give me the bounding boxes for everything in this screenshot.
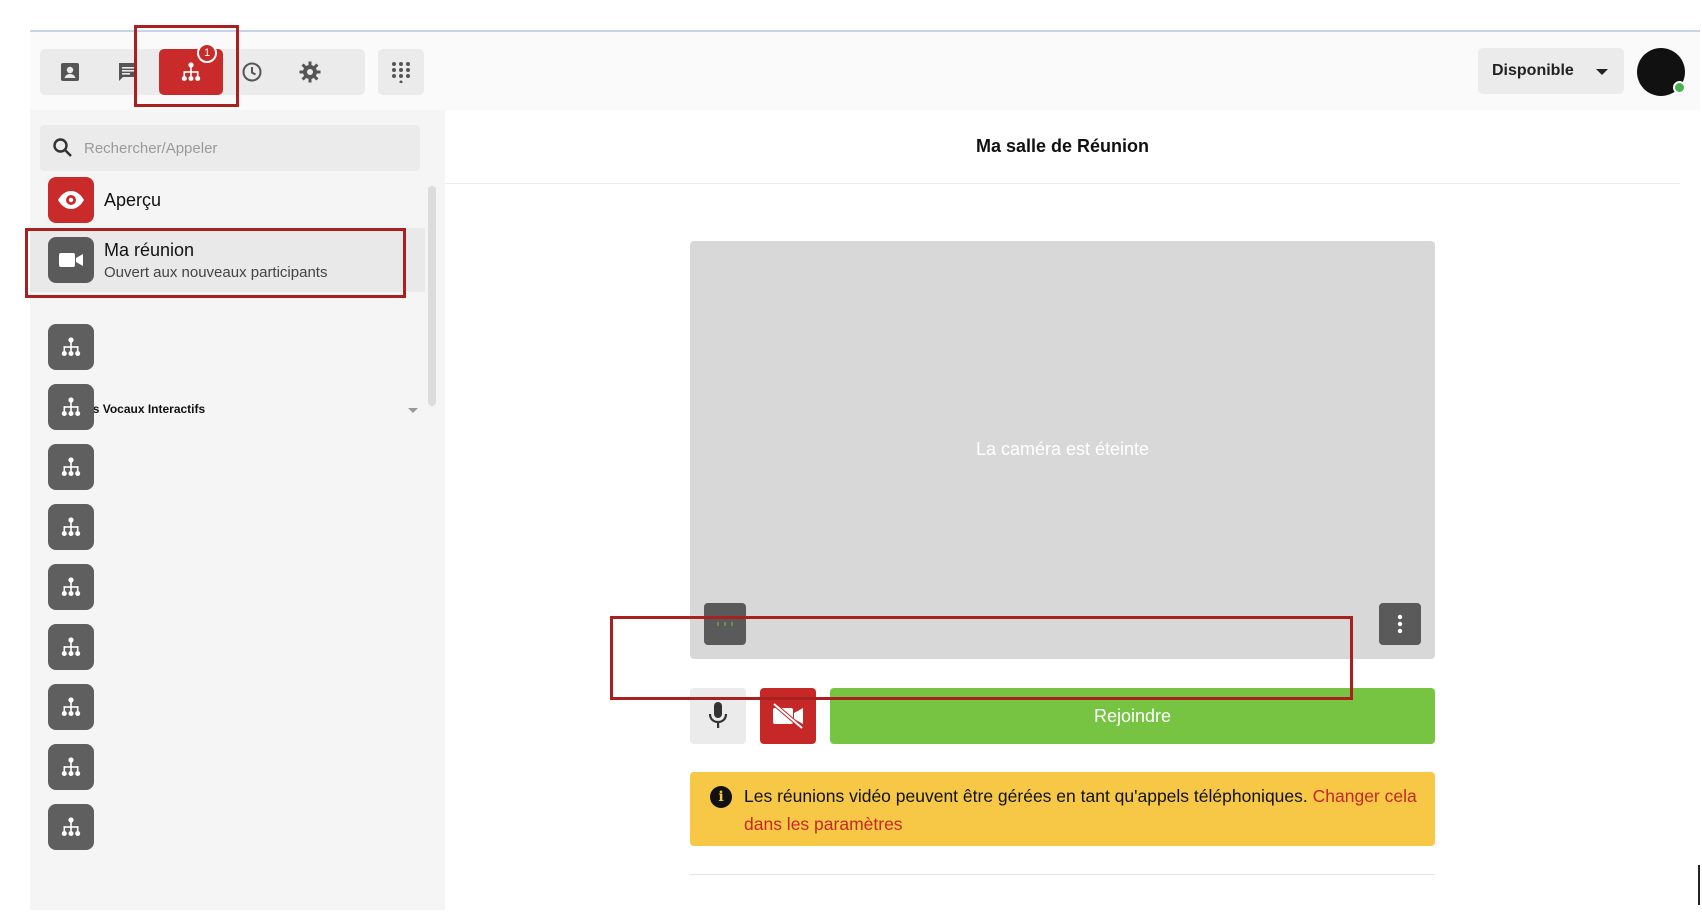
video-preview: La caméra est éteinte (690, 241, 1435, 659)
page-title: Ma salle de Réunion (445, 110, 1680, 184)
join-button[interactable]: Rejoindre (830, 688, 1435, 744)
kebab-menu-icon (1397, 614, 1403, 634)
ivr-item[interactable] (48, 804, 94, 850)
org-chart-icon (61, 697, 81, 716)
tab-contacts[interactable] (42, 49, 98, 95)
tab-history[interactable] (224, 49, 280, 95)
ivr-item[interactable] (48, 744, 94, 790)
grid-dots-icon (392, 62, 410, 83)
gear-icon (299, 61, 321, 83)
org-chart-icon (181, 62, 201, 81)
ivr-item[interactable] (48, 564, 94, 610)
sidebar-item-ma-reunion[interactable]: Ma réunion Ouvert aux nouveaux participa… (30, 228, 425, 292)
contact-card-icon (61, 63, 79, 81)
video-camera-icon (48, 237, 94, 283)
ivr-item[interactable] (48, 444, 94, 490)
history-icon (242, 62, 262, 82)
chat-icon (119, 63, 137, 81)
top-toolbar: 1 Disponible (30, 32, 1700, 110)
info-icon: i (710, 786, 732, 808)
org-chart-icon (61, 397, 81, 416)
nav-tab-group: 1 (40, 43, 365, 95)
avatar[interactable] (1637, 48, 1686, 96)
sidebar: Aperçu Ma réunion Ouvert aux nouveaux pa… (30, 110, 445, 910)
info-notice: i Les réunions vidéo peuvent être gérées… (690, 772, 1435, 846)
ivr-item[interactable] (48, 324, 94, 370)
org-chart-icon (61, 757, 81, 776)
status-dropdown[interactable]: Disponible (1478, 48, 1624, 94)
eye-icon (48, 177, 94, 223)
status-label: Disponible (1492, 62, 1574, 79)
microphone-icon (708, 702, 728, 728)
ivr-item[interactable] (48, 684, 94, 730)
ivr-item[interactable] (48, 624, 94, 670)
sidebar-item-apercu[interactable]: Aperçu (30, 168, 425, 232)
org-chart-icon (61, 637, 81, 656)
org-chart-icon (61, 817, 81, 836)
search-input[interactable] (84, 139, 404, 157)
tab-ivr[interactable]: 1 (159, 43, 223, 95)
audio-level-icon (717, 622, 733, 626)
window-edge (1698, 865, 1700, 905)
notice-text: Les réunions vidéo peuvent être gérées e… (744, 786, 1313, 806)
sidebar-scrollbar[interactable] (428, 186, 436, 406)
org-chart-icon (61, 337, 81, 356)
org-chart-icon (61, 517, 81, 536)
search-icon (53, 138, 72, 157)
app-grid-button[interactable] (378, 49, 424, 95)
audio-level-button[interactable] (704, 603, 746, 645)
camera-off-message: La caméra est éteinte (975, 439, 1150, 459)
chevron-down-icon (1596, 69, 1608, 75)
chevron-down-icon[interactable] (408, 408, 418, 413)
org-chart-icon (61, 457, 81, 476)
search-bar (40, 125, 420, 171)
sidebar-item-label: Ma réunion (104, 239, 195, 260)
divider (690, 874, 1435, 875)
more-options-button[interactable] (1379, 603, 1421, 645)
microphone-toggle[interactable] (690, 688, 746, 744)
main-panel: Ma salle de Réunion La caméra est éteint… (445, 110, 1680, 910)
sidebar-item-label: Aperçu (104, 189, 162, 210)
org-chart-icon (61, 577, 81, 596)
join-controls: Rejoindre (690, 688, 1435, 744)
camera-off-icon (772, 702, 804, 730)
tab-settings[interactable] (282, 49, 338, 95)
ivr-item[interactable] (48, 504, 94, 550)
camera-toggle[interactable] (760, 688, 816, 744)
online-status-dot (1673, 81, 1686, 94)
tab-messages[interactable] (100, 49, 156, 95)
sidebar-item-subtitle: Ouvert aux nouveaux participants (104, 263, 328, 281)
notification-badge: 1 (197, 43, 217, 63)
ivr-item[interactable] (48, 384, 94, 430)
